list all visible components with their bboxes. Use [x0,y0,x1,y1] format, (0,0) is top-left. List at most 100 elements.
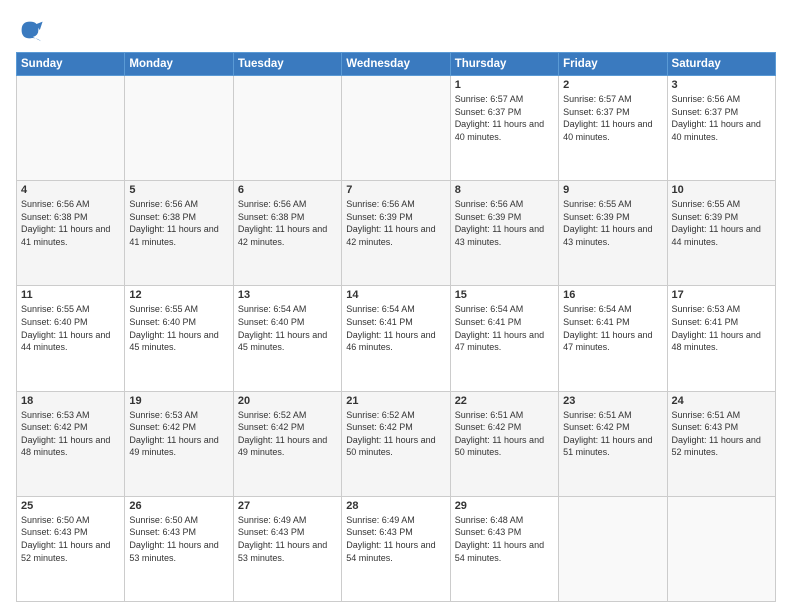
week-row-4: 25 Sunrise: 6:50 AMSunset: 6:43 PMDayligh… [17,496,776,601]
calendar-cell: 9 Sunrise: 6:55 AMSunset: 6:39 PMDaylight… [559,181,667,286]
week-row-3: 18 Sunrise: 6:53 AMSunset: 6:42 PMDayligh… [17,391,776,496]
day-number: 20 [238,395,337,407]
day-info: Sunrise: 6:51 AMSunset: 6:42 PMDaylight:… [455,409,554,459]
day-number: 13 [238,289,337,301]
day-header-sunday: Sunday [17,53,125,76]
day-info: Sunrise: 6:53 AMSunset: 6:41 PMDaylight:… [672,303,771,353]
day-number: 4 [21,184,120,196]
day-info: Sunrise: 6:56 AMSunset: 6:38 PMDaylight:… [129,198,228,248]
day-info: Sunrise: 6:54 AMSunset: 6:41 PMDaylight:… [563,303,662,353]
day-number: 25 [21,500,120,512]
day-info: Sunrise: 6:50 AMSunset: 6:43 PMDaylight:… [21,514,120,564]
calendar-cell [667,496,775,601]
calendar-cell: 4 Sunrise: 6:56 AMSunset: 6:38 PMDaylight… [17,181,125,286]
day-header-thursday: Thursday [450,53,558,76]
day-number: 28 [346,500,445,512]
day-info: Sunrise: 6:57 AMSunset: 6:37 PMDaylight:… [455,93,554,143]
calendar-cell: 3 Sunrise: 6:56 AMSunset: 6:37 PMDaylight… [667,76,775,181]
day-header-saturday: Saturday [667,53,775,76]
day-info: Sunrise: 6:51 AMSunset: 6:42 PMDaylight:… [563,409,662,459]
day-number: 7 [346,184,445,196]
day-header-monday: Monday [125,53,233,76]
week-row-2: 11Sunrise: 6:55 AMSunset: 6:40 PMDayligh… [17,286,776,391]
calendar-cell: 14 Sunrise: 6:54 AMSunset: 6:41 PMDayligh… [342,286,450,391]
day-info: Sunrise: 6:53 AMSunset: 6:42 PMDaylight:… [21,409,120,459]
day-header-wednesday: Wednesday [342,53,450,76]
day-info: Sunrise: 6:56 AMSunset: 6:38 PMDaylight:… [21,198,120,248]
calendar-cell [342,76,450,181]
day-info: Sunrise: 6:56 AMSunset: 6:37 PMDaylight:… [672,93,771,143]
page: SundayMondayTuesdayWednesdayThursdayFrid… [0,0,792,612]
calendar-cell: 17 Sunrise: 6:53 AMSunset: 6:41 PMDayligh… [667,286,775,391]
calendar-cell: 6 Sunrise: 6:56 AMSunset: 6:38 PMDaylight… [233,181,341,286]
day-info: Sunrise: 6:49 AMSunset: 6:43 PMDaylight:… [238,514,337,564]
day-number: 19 [129,395,228,407]
calendar-cell: 13 Sunrise: 6:54 AMSunset: 6:40 PMDayligh… [233,286,341,391]
day-number: 16 [563,289,662,301]
day-header-tuesday: Tuesday [233,53,341,76]
day-info: Sunrise: 6:52 AMSunset: 6:42 PMDaylight:… [238,409,337,459]
calendar-cell: 20 Sunrise: 6:52 AMSunset: 6:42 PMDayligh… [233,391,341,496]
day-header-friday: Friday [559,53,667,76]
header [16,16,776,44]
day-info: Sunrise: 6:54 AMSunset: 6:41 PMDaylight:… [346,303,445,353]
calendar-cell: 21 Sunrise: 6:52 AMSunset: 6:42 PMDayligh… [342,391,450,496]
calendar-cell [233,76,341,181]
day-info: Sunrise: 6:54 AMSunset: 6:41 PMDaylight:… [455,303,554,353]
calendar-cell: 10Sunrise: 6:55 AMSunset: 6:39 PMDayligh… [667,181,775,286]
calendar-cell: 15 Sunrise: 6:54 AMSunset: 6:41 PMDayligh… [450,286,558,391]
day-number: 27 [238,500,337,512]
day-info: Sunrise: 6:53 AMSunset: 6:42 PMDaylight:… [129,409,228,459]
day-info: Sunrise: 6:55 AMSunset: 6:40 PMDaylight:… [129,303,228,353]
calendar-cell: 1Sunrise: 6:57 AMSunset: 6:37 PMDaylight… [450,76,558,181]
calendar-cell: 29Sunrise: 6:48 AMSunset: 6:43 PMDayligh… [450,496,558,601]
day-info: Sunrise: 6:55 AMSunset: 6:39 PMDaylight:… [563,198,662,248]
calendar-cell: 19 Sunrise: 6:53 AMSunset: 6:42 PMDayligh… [125,391,233,496]
calendar-cell: 26 Sunrise: 6:50 AMSunset: 6:43 PMDayligh… [125,496,233,601]
day-info: Sunrise: 6:57 AMSunset: 6:37 PMDaylight:… [563,93,662,143]
calendar-cell: 16 Sunrise: 6:54 AMSunset: 6:41 PMDayligh… [559,286,667,391]
calendar-cell: 25 Sunrise: 6:50 AMSunset: 6:43 PMDayligh… [17,496,125,601]
calendar-cell: 23 Sunrise: 6:51 AMSunset: 6:42 PMDayligh… [559,391,667,496]
day-number: 8 [455,184,554,196]
day-number: 14 [346,289,445,301]
day-info: Sunrise: 6:50 AMSunset: 6:43 PMDaylight:… [129,514,228,564]
calendar-cell: 28 Sunrise: 6:49 AMSunset: 6:43 PMDayligh… [342,496,450,601]
day-number: 15 [455,289,554,301]
day-number: 29 [455,500,554,512]
day-info: Sunrise: 6:51 AMSunset: 6:43 PMDaylight:… [672,409,771,459]
calendar-cell: 18 Sunrise: 6:53 AMSunset: 6:42 PMDayligh… [17,391,125,496]
day-number: 2 [563,79,662,91]
day-number: 23 [563,395,662,407]
day-info: Sunrise: 6:56 AMSunset: 6:39 PMDaylight:… [455,198,554,248]
calendar-cell: 8 Sunrise: 6:56 AMSunset: 6:39 PMDaylight… [450,181,558,286]
calendar-cell: 12 Sunrise: 6:55 AMSunset: 6:40 PMDayligh… [125,286,233,391]
day-number: 22 [455,395,554,407]
calendar-cell: 2 Sunrise: 6:57 AMSunset: 6:37 PMDaylight… [559,76,667,181]
day-number: 24 [672,395,771,407]
day-info: Sunrise: 6:55 AMSunset: 6:39 PMDaylight:… [672,198,771,248]
day-number: 21 [346,395,445,407]
logo-icon [16,16,44,44]
day-number: 3 [672,79,771,91]
day-info: Sunrise: 6:54 AMSunset: 6:40 PMDaylight:… [238,303,337,353]
logo [16,16,48,44]
day-info: Sunrise: 6:56 AMSunset: 6:38 PMDaylight:… [238,198,337,248]
day-number: 12 [129,289,228,301]
day-number: 26 [129,500,228,512]
calendar-cell: 24 Sunrise: 6:51 AMSunset: 6:43 PMDayligh… [667,391,775,496]
day-info: Sunrise: 6:52 AMSunset: 6:42 PMDaylight:… [346,409,445,459]
day-number: 9 [563,184,662,196]
calendar-cell: 7 Sunrise: 6:56 AMSunset: 6:39 PMDaylight… [342,181,450,286]
day-number: 6 [238,184,337,196]
day-info: Sunrise: 6:56 AMSunset: 6:39 PMDaylight:… [346,198,445,248]
day-number: 18 [21,395,120,407]
day-info: Sunrise: 6:49 AMSunset: 6:43 PMDaylight:… [346,514,445,564]
calendar-cell: 5Sunrise: 6:56 AMSunset: 6:38 PMDaylight… [125,181,233,286]
calendar-cell: 11Sunrise: 6:55 AMSunset: 6:40 PMDayligh… [17,286,125,391]
calendar-cell: 22 Sunrise: 6:51 AMSunset: 6:42 PMDayligh… [450,391,558,496]
week-row-0: 1Sunrise: 6:57 AMSunset: 6:37 PMDaylight… [17,76,776,181]
calendar-cell: 27 Sunrise: 6:49 AMSunset: 6:43 PMDayligh… [233,496,341,601]
calendar-cell [17,76,125,181]
day-number: 17 [672,289,771,301]
